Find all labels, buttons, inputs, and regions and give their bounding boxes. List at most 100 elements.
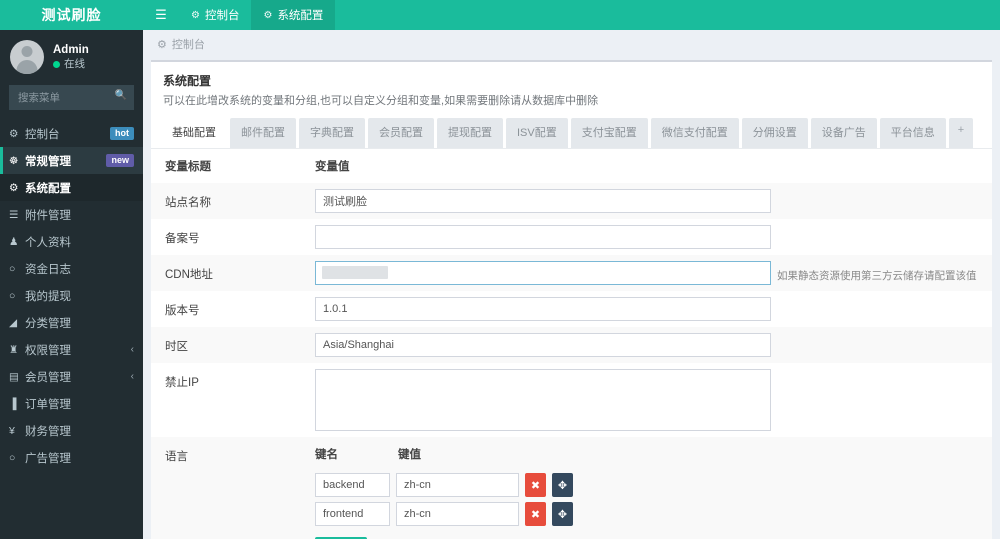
field-control: 如果静态资源使用第三方云储存请配置该值 [315,255,992,291]
sidebar-item-4[interactable]: ♟ 个人资料 [0,228,143,255]
language-rows: ✖✥✖✥ [315,473,573,531]
config-form: 变量标题 变量值 站点名称备案号 CDN地址 如果静态资源使用第三方云储存请配置该值… [151,148,992,539]
sidebar-item-5[interactable]: ○ 资金日志 [0,255,143,282]
tab-10[interactable]: 平台信息 [879,118,946,148]
breadcrumb: ⚙ 控制台 [143,30,1000,58]
sidebar-search: 🔍 [9,85,134,110]
tab-1[interactable]: 邮件配置 [230,118,296,148]
field-control [315,291,992,327]
field-control [315,219,992,255]
tab-9[interactable]: 设备广告 [810,118,877,148]
tab-8[interactable]: 分佣设置 [741,118,808,148]
tab-3[interactable]: 会员配置 [368,118,434,148]
status-dot-icon [53,60,60,68]
form-fields: 站点名称备案号 CDN地址 如果静态资源使用第三方云储存请配置该值版本号时区禁止IP [151,183,992,437]
tag-icon: ◢ [9,316,18,329]
tab-6[interactable]: 支付宝配置 [570,118,648,148]
move-language-button[interactable]: ✥ [552,502,573,526]
field-help-text: 如果静态资源使用第三方云储存请配置该值 [777,270,977,282]
language-key-input[interactable] [315,502,390,526]
col-header-label: 变量标题 [165,161,211,173]
tab-4[interactable]: 提现配置 [437,118,503,148]
config-panel: 系统配置 可以在此增改系统的变量和分组,也可以自定义分组和变量,如果需要删除请从… [151,60,992,539]
sidebar-item-0[interactable]: ⚙ 控制台 hot [0,120,143,147]
cogs-icon: ☸ [9,154,19,167]
nav-tab-dashboard[interactable]: ⚙ 控制台 [179,0,251,30]
field-label: 站点名称 [165,197,211,209]
id-card-icon: ▤ [9,370,19,383]
sidebar-item-9[interactable]: ▤ 会员管理 ‹ [0,363,143,390]
add-tab-button[interactable]: + [948,118,974,148]
move-language-button[interactable]: ✥ [552,473,573,497]
gear-icon: ⚙ [263,9,273,21]
sidebar-item-label: 广告管理 [25,452,71,465]
dashboard-icon: ⚙ [191,9,200,21]
field-label: 备案号 [165,233,200,245]
language-col-key: 键名 [315,449,338,461]
circle-icon: ○ [9,289,16,302]
tab-7[interactable]: 微信支付配置 [650,118,739,148]
field-input[interactable] [315,297,771,321]
language-row: 语言 键名 键值 ✖✥✖✥ ✚ 添加 [151,437,992,539]
field-control [315,183,992,219]
sidebar-item-label: 分类管理 [25,317,71,330]
sidebar-item-7[interactable]: ◢ 分类管理 [0,309,143,336]
sidebar-item-label: 会员管理 [25,371,71,384]
field-input[interactable] [315,225,771,249]
language-key-input[interactable] [315,473,390,497]
language-value-input[interactable] [396,473,519,497]
field-textarea[interactable] [315,369,771,431]
field-label: 时区 [165,341,188,353]
user-panel[interactable]: Admin 在线 [0,30,143,83]
sidebar-badge: new [106,154,134,167]
tab-0[interactable]: 基础配置 [161,118,227,148]
user-name: Admin [53,44,89,56]
avatar [10,40,44,74]
sidebar-item-label: 订单管理 [25,398,71,411]
sidebar-item-11[interactable]: ¥ 财务管理 [0,417,143,444]
circle-icon: ○ [9,262,16,275]
nav-tab-system-config-label: 系统配置 [277,10,324,22]
app-root: 测试刷脸 ☰ ⚙ 控制台 ⚙ 系统配置 Admin 在线 🔍 ⚙控制台h [0,0,1000,539]
field-input[interactable] [315,333,771,357]
tab-2[interactable]: 字典配置 [299,118,365,148]
sidebar-item-label: 个人资料 [25,236,71,249]
field-input-wrap [315,333,771,357]
sidebar-item-8[interactable]: ♜ 权限管理 ‹ [0,336,143,363]
field-input-wrap [315,261,771,285]
sidebar-item-label: 附件管理 [25,209,71,222]
field-row-3: 版本号 [151,291,992,327]
sidebar-item-10[interactable]: ▐ 订单管理 [0,390,143,417]
nav-tab-dashboard-label: 控制台 [204,10,240,22]
sidebar-item-6[interactable]: ○ 我的提现 [0,282,143,309]
sidebar-item-12[interactable]: ○ 广告管理 [0,444,143,471]
sidebar-menu: ⚙ 控制台 hot ☸ 常规管理 new ⚙ 系统配置 ☰ 附件管理 ♟ 个人资料 ○ 资金日志 ○ 我的提现… [0,120,143,471]
chevron-left-icon: ‹ [130,371,134,382]
field-input-wrap [315,189,771,213]
sidebar-item-1[interactable]: ☸ 常规管理 new [0,147,143,174]
tab-5[interactable]: ISV配置 [506,118,568,148]
language-label: 语言 [165,451,188,463]
sidebar-item-2[interactable]: ⚙ 系统配置 [0,174,143,201]
field-label: 禁止IP [165,377,199,389]
language-row-1: ✖✥ [315,502,573,526]
users-icon: ♜ [9,343,19,356]
nav-tab-system-config[interactable]: ⚙ 系统配置 [251,0,336,30]
language-value-input[interactable] [396,502,519,526]
chevron-left-icon: ‹ [130,344,134,355]
sidebar-item-3[interactable]: ☰ 附件管理 [0,201,143,228]
hamburger-icon[interactable]: ☰ [143,0,179,30]
brand-logo[interactable]: 测试刷脸 [0,0,143,30]
sidebar-item-label: 控制台 [25,128,60,141]
user-icon: ♟ [9,235,19,248]
delete-language-button[interactable]: ✖ [525,502,546,526]
delete-language-button[interactable]: ✖ [525,473,546,497]
bar-chart-icon: ▐ [9,397,17,410]
search-input[interactable] [9,85,134,110]
language-row-0: ✖✥ [315,473,573,497]
form-table-header: 变量标题 变量值 [151,149,992,183]
field-row-4: 时区 [151,327,992,363]
field-label: 版本号 [165,305,200,317]
field-input[interactable] [315,189,771,213]
page-subtitle: 可以在此增改系统的变量和分组,也可以自定义分组和变量,如果需要删除请从数据库中删… [163,95,599,107]
